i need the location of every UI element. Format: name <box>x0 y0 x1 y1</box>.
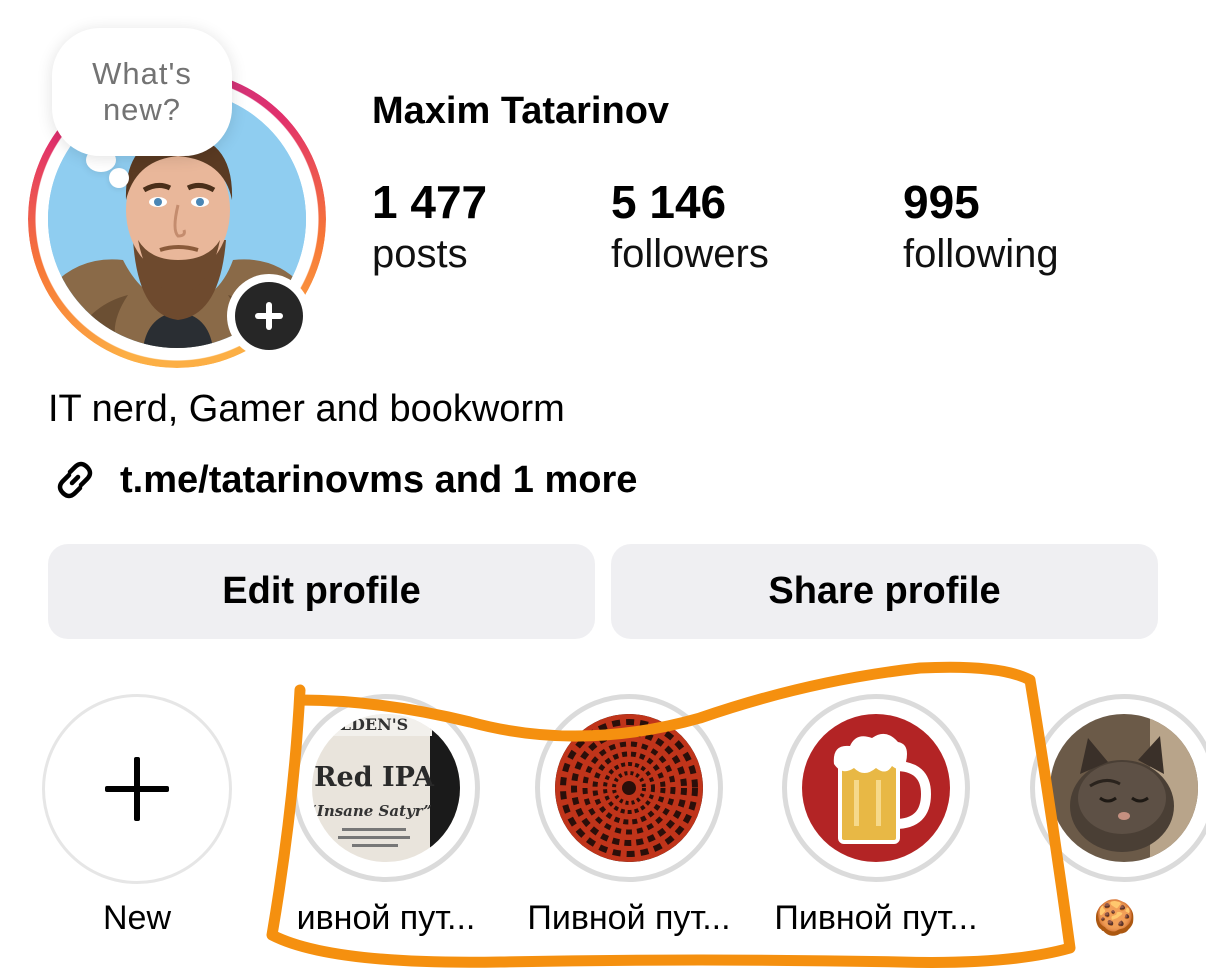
svg-text:Red IPA: Red IPA <box>314 762 435 793</box>
highlight-label: ивной пут... <box>296 899 476 937</box>
note-bubble-tail-dot <box>109 168 129 188</box>
stat-posts[interactable]: 1 477 posts <box>372 176 487 280</box>
stat-label: posts <box>372 232 468 276</box>
highlight-label: Пивной пут... <box>527 899 731 937</box>
svg-text:“Insane Satyr”: “Insane Satyr” <box>312 802 432 820</box>
add-story-button[interactable] <box>227 274 311 358</box>
cat-photo <box>1050 714 1198 862</box>
stat-followers[interactable]: 5 146 followers <box>611 176 769 280</box>
edit-profile-button[interactable]: Edit profile <box>48 544 595 639</box>
profile-name: Maxim Tatarinov <box>372 90 670 132</box>
link-icon <box>57 461 93 499</box>
plus-icon <box>105 757 169 821</box>
stat-label: following <box>903 232 1059 276</box>
link-text: t.me/tatarinovms and 1 more <box>120 458 638 501</box>
highlight-label: 🍪 <box>1093 899 1137 937</box>
beer-label-photo: SALDEN'S Red IPA “Insane Satyr” <box>312 714 460 862</box>
plus-icon <box>255 302 283 330</box>
beer-mug-icon <box>802 714 950 862</box>
stat-following[interactable]: 995 following <box>903 176 1059 280</box>
stat-value: 1 477 <box>372 176 488 228</box>
red-spiral-pattern <box>555 714 703 862</box>
share-profile-button[interactable]: Share profile <box>611 544 1158 639</box>
highlight-label: New <box>102 899 172 937</box>
new-highlight-button[interactable] <box>42 694 232 884</box>
note-bubble[interactable]: What's new? <box>52 28 232 156</box>
bio-link[interactable]: t.me/tatarinovms and 1 more <box>48 452 637 508</box>
highlight-label: Пивной пут... <box>774 899 978 937</box>
stat-value: 5 146 <box>611 176 727 228</box>
note-text: What's new? <box>92 56 192 127</box>
bio-text: IT nerd, Gamer and bookworm <box>48 388 565 430</box>
stat-value: 995 <box>903 176 980 228</box>
stat-label: followers <box>611 232 769 276</box>
